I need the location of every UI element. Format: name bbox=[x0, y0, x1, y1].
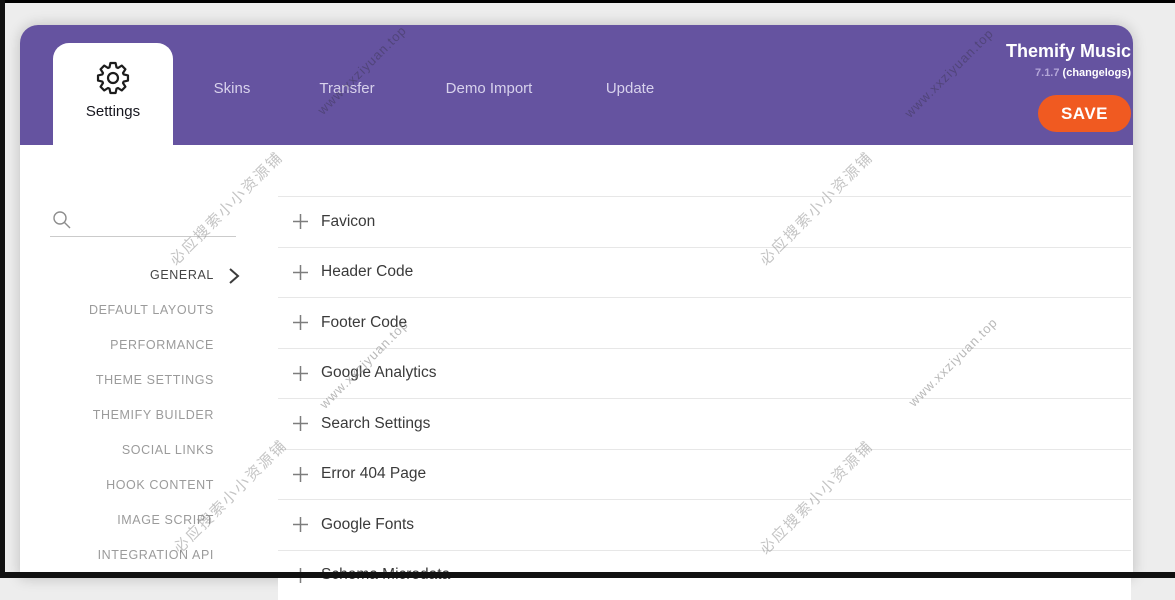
accordion-label: Error 404 Page bbox=[321, 465, 426, 483]
tab-settings-label: Settings bbox=[53, 103, 173, 120]
plus-icon bbox=[292, 213, 309, 230]
plus-icon bbox=[292, 314, 309, 331]
version-number: 7.1.7 bbox=[1035, 67, 1059, 79]
theme-title: Themify Music bbox=[1006, 41, 1131, 62]
screen-edge-left bbox=[0, 0, 5, 578]
sidebar-item-label: GENERAL bbox=[150, 268, 214, 282]
sidebar-item-default-layouts[interactable]: DEFAULT LAYOUTS bbox=[0, 293, 214, 328]
header-right: Themify Music 7.1.7 (changelogs) SAVE bbox=[1006, 41, 1131, 132]
accordion-label: Google Fonts bbox=[321, 516, 414, 534]
tab-skins[interactable]: Skins bbox=[214, 80, 251, 97]
sidebar-item-integration-api[interactable]: INTEGRATION API bbox=[0, 538, 214, 573]
sidebar-item-theme-settings[interactable]: THEME SETTINGS bbox=[0, 363, 214, 398]
gear-icon bbox=[96, 61, 130, 95]
accordion-row-footer-code[interactable]: Footer Code bbox=[278, 297, 1131, 348]
sidebar-nav: GENERAL DEFAULT LAYOUTS PERFORMANCE THEM… bbox=[0, 258, 214, 573]
plus-icon bbox=[292, 264, 309, 281]
changelogs-link[interactable]: (changelogs) bbox=[1063, 67, 1131, 79]
accordion-label: Favicon bbox=[321, 213, 375, 231]
tab-settings[interactable]: Settings bbox=[53, 43, 173, 147]
tab-transfer[interactable]: Transfer bbox=[319, 80, 374, 97]
accordion-row-error-404-page[interactable]: Error 404 Page bbox=[278, 449, 1131, 500]
plus-icon bbox=[292, 365, 309, 382]
accordion-row-google-fonts[interactable]: Google Fonts bbox=[278, 499, 1131, 550]
screen-edge-top bbox=[0, 0, 1175, 3]
sidebar-item-performance[interactable]: PERFORMANCE bbox=[0, 328, 214, 363]
sidebar-item-hook-content[interactable]: HOOK CONTENT bbox=[0, 468, 214, 503]
theme-panel-header bbox=[20, 25, 1133, 145]
sidebar-search bbox=[50, 206, 236, 237]
search-icon bbox=[52, 210, 72, 230]
accordion-row-header-code[interactable]: Header Code bbox=[278, 247, 1131, 298]
chevron-right-icon bbox=[228, 267, 241, 285]
settings-accordion: Favicon Header Code Footer Code Google A… bbox=[278, 196, 1131, 600]
plus-icon bbox=[292, 466, 309, 483]
sidebar-item-general[interactable]: GENERAL bbox=[0, 258, 214, 293]
accordion-label: Header Code bbox=[321, 263, 413, 281]
sidebar-search-input[interactable] bbox=[78, 206, 234, 234]
save-button[interactable]: SAVE bbox=[1038, 95, 1131, 132]
tab-update[interactable]: Update bbox=[606, 80, 654, 97]
sidebar-item-themify-builder[interactable]: THEMIFY BUILDER bbox=[0, 398, 214, 433]
tab-demo-import[interactable]: Demo Import bbox=[446, 80, 533, 97]
accordion-label: Footer Code bbox=[321, 314, 407, 332]
sidebar-item-social-links[interactable]: SOCIAL LINKS bbox=[0, 433, 214, 468]
plus-icon bbox=[292, 516, 309, 533]
accordion-row-search-settings[interactable]: Search Settings bbox=[278, 398, 1131, 449]
screen-edge-bottom bbox=[0, 572, 1175, 578]
accordion-label: Google Analytics bbox=[321, 364, 436, 382]
accordion-row-google-analytics[interactable]: Google Analytics bbox=[278, 348, 1131, 399]
accordion-row-favicon[interactable]: Favicon bbox=[278, 196, 1131, 247]
plus-icon bbox=[292, 415, 309, 432]
accordion-label: Search Settings bbox=[321, 415, 430, 433]
sidebar-item-image-script[interactable]: IMAGE SCRIPT bbox=[0, 503, 214, 538]
theme-version-line: 7.1.7 (changelogs) bbox=[1006, 67, 1131, 79]
